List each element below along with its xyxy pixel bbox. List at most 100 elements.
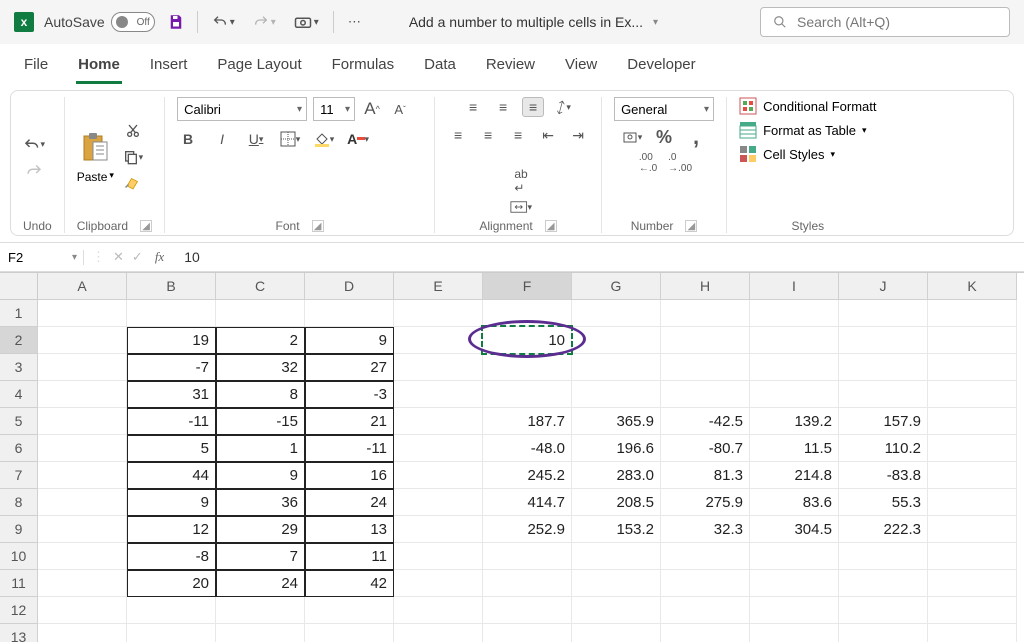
cell-G2[interactable] — [572, 327, 661, 354]
italic-button[interactable]: I — [211, 129, 233, 149]
cell-D7[interactable]: 16 — [305, 462, 394, 489]
cell-B9[interactable]: 12 — [127, 516, 216, 543]
cell-H10[interactable] — [661, 543, 750, 570]
tab-view[interactable]: View — [563, 52, 599, 84]
redo-button[interactable]: ▾ — [249, 14, 280, 30]
col-header-E[interactable]: E — [394, 273, 483, 300]
cell-C4[interactable]: 8 — [216, 381, 305, 408]
cell-G13[interactable] — [572, 624, 661, 642]
cell-D6[interactable]: -11 — [305, 435, 394, 462]
cell-A8[interactable] — [38, 489, 127, 516]
percent-button[interactable]: % — [653, 127, 675, 147]
cell-B4[interactable]: 31 — [127, 381, 216, 408]
cell-F9[interactable]: 252.9 — [483, 516, 572, 543]
row-header-11[interactable]: 11 — [0, 570, 38, 597]
cell-C9[interactable]: 29 — [216, 516, 305, 543]
cell-F5[interactable]: 187.7 — [483, 408, 572, 435]
cell-G1[interactable] — [572, 300, 661, 327]
cell-F11[interactable] — [483, 570, 572, 597]
cell-E12[interactable] — [394, 597, 483, 624]
cell-E4[interactable] — [394, 381, 483, 408]
name-box[interactable]: F2 — [0, 250, 84, 265]
merge-button[interactable]: ▾ — [510, 197, 532, 217]
align-center-button[interactable]: ≡ — [477, 125, 499, 145]
cell-E2[interactable] — [394, 327, 483, 354]
cell-A13[interactable] — [38, 624, 127, 642]
clipboard-dialog-launcher[interactable]: ◢ — [140, 220, 152, 232]
camera-button[interactable]: ▾ — [290, 15, 323, 29]
cell-K4[interactable] — [928, 381, 1017, 408]
cell-C2[interactable]: 2 — [216, 327, 305, 354]
cell-G12[interactable] — [572, 597, 661, 624]
cell-H1[interactable] — [661, 300, 750, 327]
cell-F7[interactable]: 245.2 — [483, 462, 572, 489]
cell-I7[interactable]: 214.8 — [750, 462, 839, 489]
cell-F2[interactable]: 10 — [483, 327, 572, 354]
cell-C13[interactable] — [216, 624, 305, 642]
cell-C3[interactable]: 32 — [216, 354, 305, 381]
cell-J6[interactable]: 110.2 — [839, 435, 928, 462]
cell-E7[interactable] — [394, 462, 483, 489]
col-header-D[interactable]: D — [305, 273, 394, 300]
align-bottom-button[interactable]: ≡ — [522, 97, 544, 117]
tab-home[interactable]: Home — [76, 52, 122, 84]
cell-I4[interactable] — [750, 381, 839, 408]
cell-H9[interactable]: 32.3 — [661, 516, 750, 543]
cell-F10[interactable] — [483, 543, 572, 570]
cell-D3[interactable]: 27 — [305, 354, 394, 381]
tab-file[interactable]: File — [22, 52, 50, 84]
cell-I12[interactable] — [750, 597, 839, 624]
cell-K10[interactable] — [928, 543, 1017, 570]
number-dialog-launcher[interactable]: ◢ — [685, 220, 697, 232]
cell-A5[interactable] — [38, 408, 127, 435]
cell-B6[interactable]: 5 — [127, 435, 216, 462]
decrease-indent-button[interactable]: ⇤ — [537, 125, 559, 145]
cell-K8[interactable] — [928, 489, 1017, 516]
undo-button[interactable]: ▾ — [208, 14, 239, 30]
paste-button[interactable]: Paste▾ — [77, 130, 114, 184]
search-box[interactable]: Search (Alt+Q) — [760, 7, 1010, 37]
cell-E9[interactable] — [394, 516, 483, 543]
cell-B1[interactable] — [127, 300, 216, 327]
cell-F12[interactable] — [483, 597, 572, 624]
cell-A9[interactable] — [38, 516, 127, 543]
increase-decimal-button[interactable]: .00←.0 — [637, 153, 659, 173]
autosave-toggle[interactable]: Off — [111, 12, 155, 32]
row-header-5[interactable]: 5 — [0, 408, 38, 435]
cell-J12[interactable] — [839, 597, 928, 624]
save-button[interactable] — [165, 11, 187, 33]
cell-H12[interactable] — [661, 597, 750, 624]
tab-insert[interactable]: Insert — [148, 52, 190, 84]
cell-H6[interactable]: -80.7 — [661, 435, 750, 462]
cell-A3[interactable] — [38, 354, 127, 381]
row-header-10[interactable]: 10 — [0, 543, 38, 570]
cell-I5[interactable]: 139.2 — [750, 408, 839, 435]
cell-J4[interactable] — [839, 381, 928, 408]
tab-formulas[interactable]: Formulas — [330, 52, 397, 84]
cell-F4[interactable] — [483, 381, 572, 408]
row-header-3[interactable]: 3 — [0, 354, 38, 381]
copy-button[interactable]: ▾ — [122, 147, 144, 167]
cell-D13[interactable] — [305, 624, 394, 642]
cell-F13[interactable] — [483, 624, 572, 642]
cell-I3[interactable] — [750, 354, 839, 381]
cell-E3[interactable] — [394, 354, 483, 381]
cell-B11[interactable]: 20 — [127, 570, 216, 597]
cell-E6[interactable] — [394, 435, 483, 462]
cell-K3[interactable] — [928, 354, 1017, 381]
cell-I13[interactable] — [750, 624, 839, 642]
increase-font-button[interactable]: A^ — [361, 99, 383, 119]
cell-G5[interactable]: 365.9 — [572, 408, 661, 435]
cell-G11[interactable] — [572, 570, 661, 597]
cell-D12[interactable] — [305, 597, 394, 624]
decrease-decimal-button[interactable]: .0→.00 — [669, 153, 691, 173]
cell-I6[interactable]: 11.5 — [750, 435, 839, 462]
cell-B13[interactable] — [127, 624, 216, 642]
cell-C6[interactable]: 1 — [216, 435, 305, 462]
cell-G6[interactable]: 196.6 — [572, 435, 661, 462]
cell-J5[interactable]: 157.9 — [839, 408, 928, 435]
cell-J11[interactable] — [839, 570, 928, 597]
cell-F3[interactable] — [483, 354, 572, 381]
font-color-button[interactable]: A▾ — [347, 129, 369, 149]
formula-input[interactable]: 10 — [176, 249, 1024, 265]
